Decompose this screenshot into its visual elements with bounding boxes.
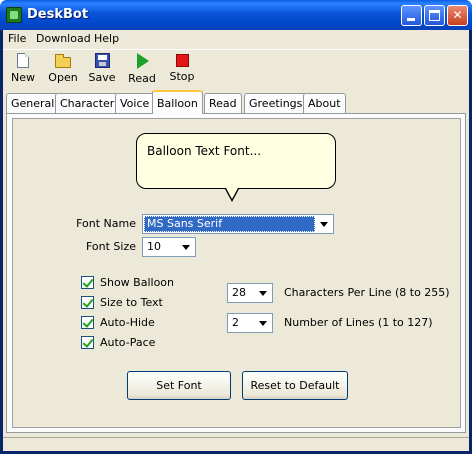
app-icon: [6, 7, 22, 23]
menu-help[interactable]: Help: [94, 32, 119, 45]
chars-per-line-value: 28: [232, 286, 246, 299]
show-balloon-checkbox[interactable]: Show Balloon: [81, 275, 181, 291]
num-lines-value: 2: [232, 316, 239, 329]
num-lines-label: Number of Lines (1 to 127): [284, 316, 433, 329]
toolbar: New Open Save Read Stop: [3, 49, 469, 87]
chevron-down-icon[interactable]: [316, 216, 332, 232]
status-bar: [3, 437, 469, 451]
set-font-button[interactable]: Set Font: [127, 371, 231, 400]
font-name-value: MS Sans Serif: [144, 216, 315, 232]
auto-pace-label: Auto-Pace: [100, 336, 156, 349]
tab-greetings[interactable]: Greetings: [244, 93, 308, 113]
checkbox-checked-icon[interactable]: [81, 316, 94, 329]
chars-per-line-label: Characters Per Line (8 to 255): [284, 286, 450, 299]
checkbox-checked-icon[interactable]: [81, 276, 94, 289]
auto-pace-checkbox[interactable]: Auto-Pace: [81, 335, 181, 351]
open-button[interactable]: Open: [43, 53, 83, 89]
size-to-text-checkbox[interactable]: Size to Text: [81, 295, 181, 311]
tab-about[interactable]: About: [303, 93, 346, 113]
play-icon: [137, 53, 149, 69]
stop-icon: [175, 54, 189, 67]
checkbox-checked-icon[interactable]: [81, 336, 94, 349]
maximize-button[interactable]: [424, 5, 445, 26]
num-lines-select[interactable]: 2: [227, 313, 273, 333]
tab-read[interactable]: Read: [204, 93, 242, 113]
tab-panel-balloon: Balloon Text Font... Font Name MS Sans S…: [6, 113, 466, 433]
font-name-label: Font Name: [76, 217, 136, 230]
window-title: DeskBot: [27, 7, 89, 22]
read-button-label: Read: [128, 72, 156, 85]
title-bar[interactable]: DeskBot ✕: [0, 0, 472, 30]
menu-download[interactable]: Download: [36, 32, 91, 45]
chevron-down-icon[interactable]: [255, 285, 271, 301]
auto-hide-checkbox[interactable]: Auto-Hide: [81, 315, 181, 331]
balloon-tail: [225, 188, 239, 202]
tab-general[interactable]: General: [6, 93, 60, 113]
open-button-label: Open: [48, 71, 78, 84]
menu-bar: File Download Help: [3, 30, 469, 48]
font-name-select[interactable]: MS Sans Serif: [142, 214, 334, 234]
tab-balloon[interactable]: Balloon: [152, 90, 203, 114]
read-button[interactable]: Read: [122, 53, 162, 89]
chars-per-line-select[interactable]: 28: [227, 283, 273, 303]
balloon-settings-group: Balloon Text Font... Font Name MS Sans S…: [12, 118, 461, 428]
close-button[interactable]: ✕: [447, 5, 468, 26]
tab-character[interactable]: Character: [55, 93, 120, 113]
save-button[interactable]: Save: [82, 53, 122, 89]
chevron-down-icon[interactable]: [178, 239, 194, 255]
font-size-value: 10: [147, 240, 161, 253]
new-file-icon: [17, 53, 29, 68]
balloon-preview-text: Balloon Text Font...: [147, 144, 262, 158]
tab-voice[interactable]: Voice: [115, 93, 155, 113]
size-to-text-label: Size to Text: [100, 296, 163, 309]
tab-strip: General Character Voice Balloon Read Gre…: [3, 90, 469, 114]
stop-button[interactable]: Stop: [162, 53, 202, 89]
chevron-down-icon[interactable]: [255, 315, 271, 331]
save-disk-icon: [94, 53, 110, 68]
balloon-preview: Balloon Text Font...: [136, 133, 336, 202]
font-size-label: Font Size: [85, 240, 136, 253]
auto-hide-label: Auto-Hide: [100, 316, 155, 329]
stop-button-label: Stop: [169, 70, 195, 83]
save-button-label: Save: [88, 71, 116, 84]
app-window: DeskBot ✕ File Download Help New Open Sa…: [0, 0, 472, 454]
menu-file[interactable]: File: [8, 32, 26, 45]
show-balloon-label: Show Balloon: [100, 276, 175, 289]
checkbox-checked-icon[interactable]: [81, 296, 94, 309]
minimize-button[interactable]: [401, 5, 422, 26]
new-button-label: New: [11, 71, 35, 84]
reset-default-button[interactable]: Reset to Default: [242, 371, 348, 400]
open-folder-icon: [55, 54, 71, 68]
client-area: File Download Help New Open Save Read St…: [3, 30, 469, 451]
font-size-select[interactable]: 10: [142, 237, 196, 257]
new-button[interactable]: New: [3, 53, 43, 89]
